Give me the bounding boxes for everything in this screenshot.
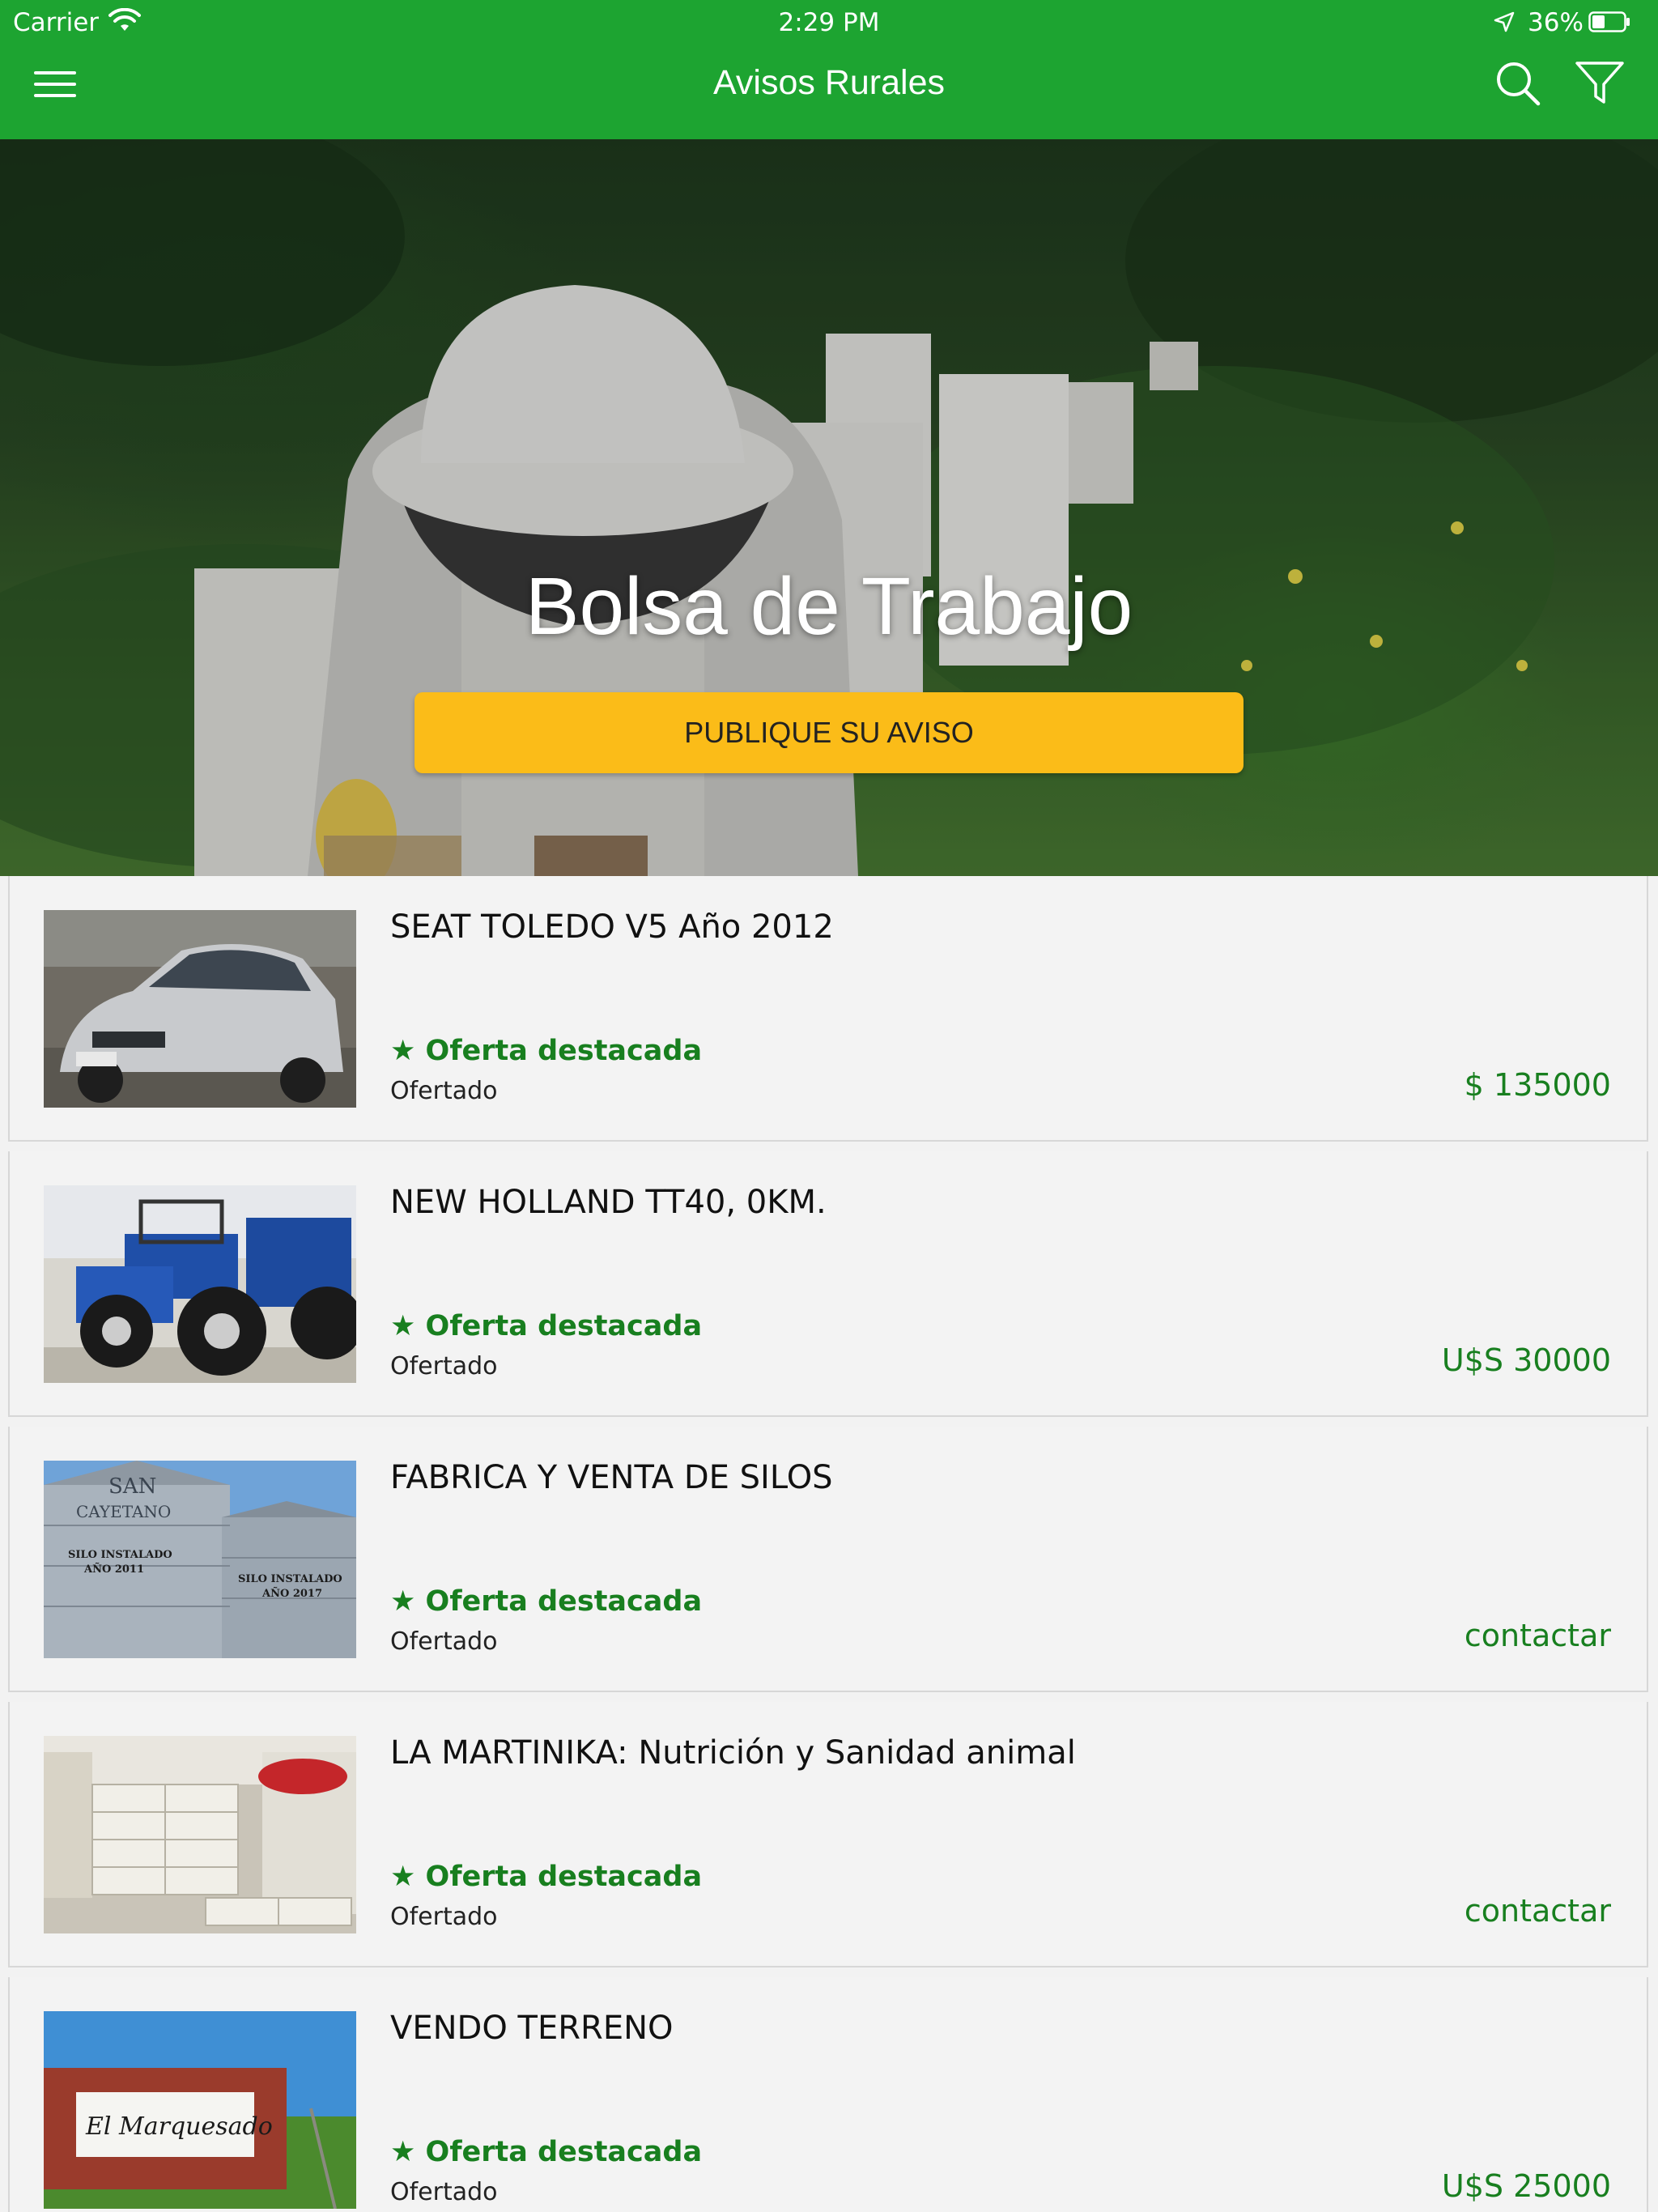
listing-status: Ofertado: [390, 1352, 498, 1380]
silo-label-text: SILO INSTALADO: [238, 1573, 342, 1585]
listing-status: Ofertado: [390, 2178, 498, 2206]
listing-card[interactable]: NEW HOLLAND TT40, 0KM. ★ Oferta destacada…: [8, 1151, 1648, 1417]
featured-badge: ★ Oferta destacada: [390, 1861, 703, 1893]
featured-badge: ★ Oferta destacada: [390, 1310, 703, 1342]
listing-thumbnail[interactable]: [44, 1185, 356, 1383]
featured-badge: ★ Oferta destacada: [390, 2136, 703, 2168]
listing-title[interactable]: SEAT TOLEDO V5 Año 2012: [390, 908, 834, 946]
silo-label-text: AÑO 2011: [83, 1563, 144, 1576]
listing-card[interactable]: El Marquesado VENDO TERRENO ★ Oferta dest…: [8, 1977, 1648, 2212]
listing-price: U$S 25000: [1441, 2168, 1611, 2204]
silo-label-text: AÑO 2017: [261, 1587, 322, 1600]
listing-title[interactable]: NEW HOLLAND TT40, 0KM.: [390, 1184, 827, 1221]
listing-card[interactable]: SEAT TOLEDO V5 Año 2012 ★ Oferta destacad…: [8, 876, 1648, 1142]
app-header: Carrier 2:29 PM 36% Avisos Rurales: [0, 0, 1658, 139]
battery-percent: 36%: [1528, 8, 1584, 37]
listing-title[interactable]: LA MARTINIKA: Nutrición y Sanidad animal: [390, 1734, 1076, 1772]
publish-ad-button[interactable]: PUBLIQUE SU AVISO: [414, 692, 1244, 773]
listing-thumbnail[interactable]: SAN CAYETANO SILO INSTALADO AÑO 2011 SIL…: [44, 1461, 356, 1658]
app-title: Avisos Rurales: [713, 63, 945, 102]
featured-badge: ★ Oferta destacada: [390, 1035, 703, 1067]
listing-status: Ofertado: [390, 1903, 498, 1931]
land-sign-text: El Marquesado: [85, 2112, 273, 2141]
silo-label-text: SILO INSTALADO: [68, 1549, 172, 1561]
hero-title: Bolsa de Trabajo: [525, 561, 1133, 652]
listing-title[interactable]: FABRICA Y VENTA DE SILOS: [390, 1459, 833, 1496]
listing-price: U$S 30000: [1441, 1342, 1611, 1378]
listing-status: Ofertado: [390, 1627, 498, 1656]
battery-icon: [1588, 11, 1630, 32]
listing-price: contactar: [1464, 1618, 1611, 1653]
filter-icon[interactable]: [1574, 60, 1626, 107]
listing-thumbnail[interactable]: [44, 910, 356, 1108]
listing-thumbnail[interactable]: [44, 1736, 356, 1933]
listing-card[interactable]: LA MARTINIKA: Nutrición y Sanidad animal…: [8, 1702, 1648, 1967]
search-icon[interactable]: [1494, 60, 1541, 107]
hero-banner[interactable]: Bolsa de Trabajo PUBLIQUE SU AVISO: [0, 139, 1658, 876]
location-arrow-icon: [1494, 11, 1515, 32]
featured-badge: ★ Oferta destacada: [390, 1585, 703, 1618]
listing-title[interactable]: VENDO TERRENO: [390, 2010, 674, 2047]
listing-price: $ 135000: [1464, 1067, 1611, 1103]
silo-brand-text: SAN: [108, 1474, 156, 1499]
listing-price: contactar: [1464, 1893, 1611, 1929]
silo-brand-text: CAYETANO: [76, 1502, 171, 1521]
status-bar: Carrier 2:29 PM 36%: [0, 0, 1658, 45]
listing-status: Ofertado: [390, 1077, 498, 1105]
listing-thumbnail[interactable]: El Marquesado: [44, 2011, 356, 2209]
clock: 2:29 PM: [778, 8, 880, 37]
listing-card[interactable]: SAN CAYETANO SILO INSTALADO AÑO 2011 SIL…: [8, 1427, 1648, 1692]
